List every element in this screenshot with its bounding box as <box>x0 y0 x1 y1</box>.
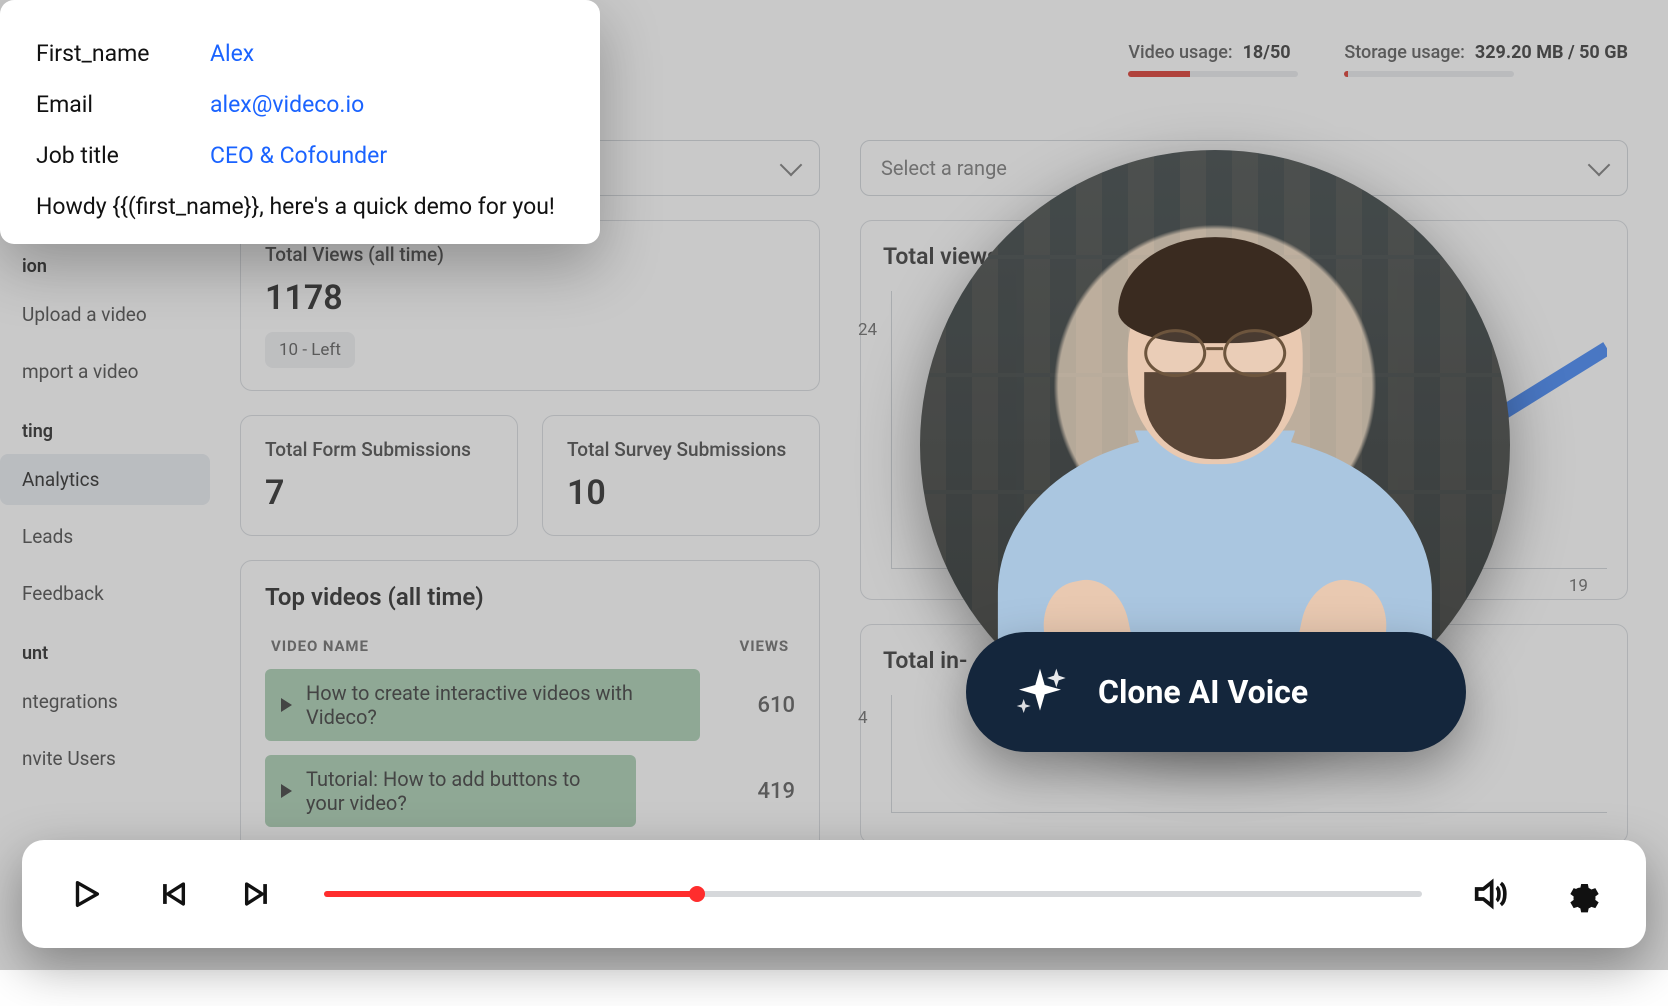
video-usage-value: 18/50 <box>1243 42 1291 63</box>
video-usage-meter <box>1128 71 1298 77</box>
sidebar-item-label: ntegrations <box>22 690 118 713</box>
sidebar-item-label: Upload a video <box>22 303 147 326</box>
storage-usage-meter <box>1344 71 1514 77</box>
sidebar-item-upload[interactable]: Upload a video <box>0 289 210 340</box>
video-usage-label: Video usage: <box>1128 42 1232 63</box>
chevron-down-icon <box>780 154 803 177</box>
metric-label: Total Survey Submissions <box>567 438 795 461</box>
video-name: Tutorial: How to add buttons to your vid… <box>306 767 620 815</box>
video-views: 610 <box>735 693 795 718</box>
var-first-name-value: Alex <box>210 40 254 67</box>
sidebar-item-analytics[interactable]: Analytics <box>0 454 210 505</box>
card-form-submissions: Total Form Submissions 7 <box>240 415 518 536</box>
sidebar-section-reporting: ting <box>0 403 210 448</box>
y-tick: 4 <box>858 708 868 728</box>
video-player-bar <box>22 840 1646 948</box>
sidebar: ion Upload a video mport a video ting An… <box>0 238 210 784</box>
video-usage-block: Video usage: 18/50 <box>1128 42 1298 77</box>
volume-button[interactable] <box>1468 872 1512 916</box>
sidebar-item-integrations[interactable]: ntegrations <box>0 676 210 727</box>
var-message: Howdy {{(first_name}}, here's a quick de… <box>36 181 564 220</box>
var-email-value: alex@videco.io <box>210 91 364 118</box>
play-icon <box>281 784 292 798</box>
metric-value: 7 <box>265 473 493 513</box>
sidebar-item-label: Analytics <box>22 468 99 491</box>
play-icon <box>281 698 292 712</box>
var-first-name-label: First_name <box>36 40 176 67</box>
progress-fill <box>324 891 697 897</box>
sidebar-section-creation: ion <box>0 238 210 283</box>
metric-value: 1178 <box>265 278 795 318</box>
clone-ai-voice-button[interactable]: Clone AI Voice <box>966 632 1466 752</box>
settings-button[interactable] <box>1558 872 1602 916</box>
next-button[interactable] <box>238 874 278 914</box>
sidebar-item-import[interactable]: mport a video <box>0 346 210 397</box>
sidebar-item-feedback[interactable]: Feedback <box>0 568 210 619</box>
progress-knob[interactable] <box>689 886 705 902</box>
storage-usage-label: Storage usage: <box>1344 42 1465 63</box>
sidebar-item-label: mport a video <box>22 360 139 383</box>
storage-usage-value: 329.20 MB / 50 GB <box>1475 42 1628 63</box>
usage-bar: Video usage: 18/50 Storage usage: 329.20… <box>1128 42 1628 77</box>
progress-track[interactable] <box>324 891 1422 897</box>
var-email-label: Email <box>36 91 176 118</box>
metric-value: 10 <box>567 473 795 513</box>
sidebar-section-account: unt <box>0 625 210 670</box>
sidebar-item-leads[interactable]: Leads <box>0 511 210 562</box>
variables-popover: First_name Alex Email alex@videco.io Job… <box>0 0 600 244</box>
play-button[interactable] <box>66 874 106 914</box>
col-views: VIEWS <box>740 637 790 655</box>
sparkle-icon <box>1012 664 1068 720</box>
sidebar-item-label: Leads <box>22 525 73 548</box>
card-survey-submissions: Total Survey Submissions 10 <box>542 415 820 536</box>
table-row[interactable]: Tutorial: How to add buttons to your vid… <box>265 755 795 827</box>
col-video-name: VIDEO NAME <box>271 637 369 655</box>
prev-button[interactable] <box>152 874 192 914</box>
storage-usage-block: Storage usage: 329.20 MB / 50 GB <box>1344 42 1628 77</box>
metric-label: Total Form Submissions <box>265 438 493 461</box>
clone-ai-voice-label: Clone AI Voice <box>1098 673 1308 711</box>
card-top-videos: Top videos (all time) VIDEO NAME VIEWS H… <box>240 560 820 864</box>
y-tick: 24 <box>858 320 877 340</box>
sidebar-item-invite[interactable]: nvite Users <box>0 733 210 784</box>
chevron-down-icon <box>1588 154 1611 177</box>
var-job-label: Job title <box>36 142 176 169</box>
card-total-views: Total Views (all time) 1178 10 - Left <box>240 220 820 391</box>
trend-badge: 10 - Left <box>265 332 355 368</box>
sidebar-item-label: nvite Users <box>22 747 116 770</box>
metric-label: Total Views (all time) <box>265 243 795 266</box>
table-row[interactable]: How to create interactive videos with Vi… <box>265 669 795 741</box>
sidebar-item-label: Feedback <box>22 582 104 605</box>
card-title: Top videos (all time) <box>265 583 795 611</box>
var-job-value: CEO & Cofounder <box>210 142 387 169</box>
video-views: 419 <box>735 779 795 804</box>
video-name: How to create interactive videos with Vi… <box>306 681 684 729</box>
